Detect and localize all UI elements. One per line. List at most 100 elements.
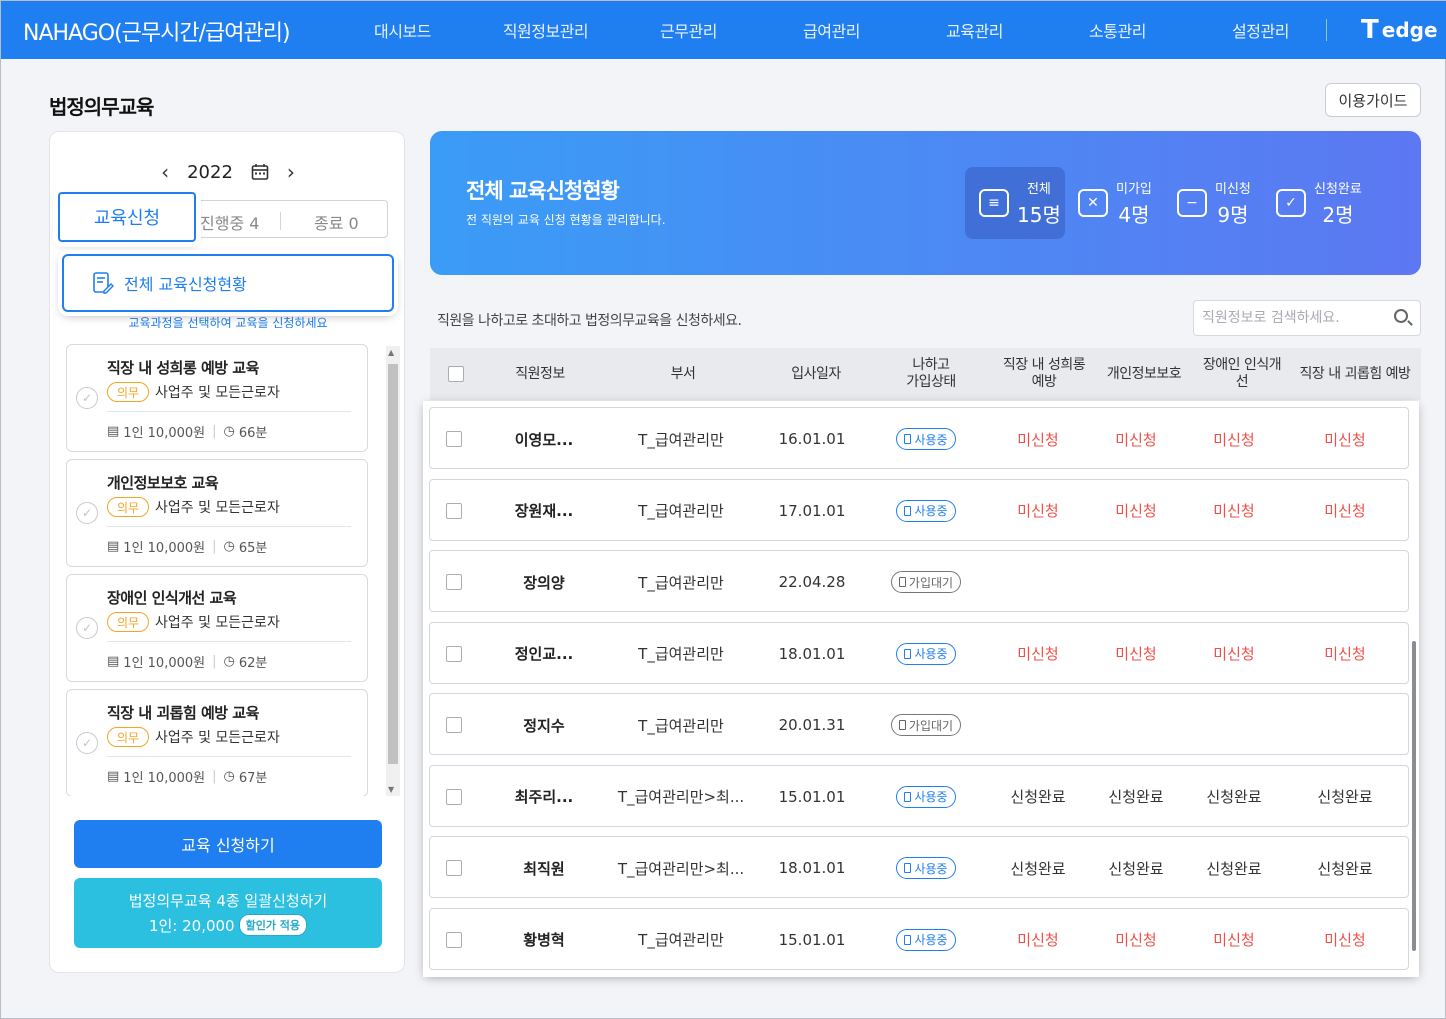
row-checkbox[interactable]	[446, 788, 462, 805]
employee-name[interactable]: 장의양	[492, 551, 596, 613]
course-hint: 교육과정을 선택하여 교육을 신청하세요	[128, 316, 328, 328]
employee-name[interactable]: 최주리...	[492, 766, 596, 828]
apply-course-button[interactable]: 교육 신청하기	[74, 820, 382, 868]
stat-value: 15명	[1017, 203, 1061, 227]
header-hire-date[interactable]: 입사일자	[766, 348, 866, 400]
course-price: 1인 10,000원	[123, 656, 206, 671]
stat-applied[interactable]: ✓ 신청완료 2명	[1262, 167, 1372, 239]
year-label: 2022	[187, 161, 233, 183]
status-text: 사용중	[914, 647, 948, 661]
row-checkbox[interactable]	[446, 574, 462, 590]
select-all-checkbox[interactable]	[448, 366, 464, 382]
calendar-icon[interactable]	[251, 163, 269, 181]
row-checkbox[interactable]	[446, 502, 462, 519]
course-target: 사업주 및 모든근로자	[155, 730, 280, 746]
course-card-bullying-prevention[interactable]: 직장 내 괴롭힘 예방 교육 ✓ 의무 사업주 및 모든근로자 ▤ 1인 10,…	[66, 689, 368, 796]
nav-payroll[interactable]: 급여관리	[760, 1, 903, 59]
status-privacy: 신청완료	[1108, 859, 1164, 878]
clock-icon: ◷	[223, 769, 235, 784]
status-harassment: 신청완료	[1010, 788, 1066, 806]
table-row[interactable]: 장의양 T_급여관리만 22.04.28 가입대기	[429, 550, 1409, 612]
search-input[interactable]	[1202, 307, 1387, 329]
card-icon: ▤	[107, 654, 120, 669]
header-join-status[interactable]: 나하고 가입상태	[880, 348, 982, 400]
scroll-down-icon[interactable]: ▼	[388, 785, 394, 794]
header-harassment-prevention[interactable]: 직장 내 성희롱 예방	[992, 348, 1096, 400]
status-harassment: 미신청	[1017, 645, 1059, 663]
nav-work[interactable]: 근무관리	[617, 1, 760, 59]
row-checkbox[interactable]	[446, 931, 462, 948]
top-navigation-bar: NAHAGO(근무시간/급여관리) 대시보드 직원정보관리 근무관리 급여관리 …	[1, 1, 1446, 59]
bundle-price: 1인: 20,000	[148, 916, 235, 935]
tab-apply[interactable]: 교육신청	[58, 192, 196, 242]
table-row[interactable]: 이영모... T_급여관리만 16.01.01 사용중 미신청 미신청 미신청 …	[429, 407, 1409, 469]
tab-finished[interactable]: 종료 0	[314, 210, 359, 234]
table-row[interactable]: 황병혁 T_급여관리만 15.01.01 사용중 미신청 미신청 미신청 미신청	[429, 907, 1409, 971]
course-card-privacy[interactable]: 개인정보보호 교육 ✓ 의무 사업주 및 모든근로자 ▤ 1인 10,000원 …	[66, 459, 368, 567]
check-box-icon: ✓	[1276, 189, 1306, 217]
course-card-harassment-prevention[interactable]: 직장 내 성희롱 예방 교육 ✓ 의무 사업주 및 모든근로자 ▤ 1인 10,…	[66, 344, 368, 452]
course-duration: 65분	[238, 541, 268, 556]
employee-name[interactable]: 최직원	[492, 837, 596, 899]
phone-icon	[904, 505, 912, 516]
search-icon[interactable]	[1394, 309, 1408, 323]
page-title: 법정의무교육	[49, 95, 154, 119]
nav-employee-info[interactable]: 직원정보관리	[474, 1, 617, 59]
header-employee-info[interactable]: 직원정보	[492, 348, 588, 400]
header-department[interactable]: 부서	[630, 348, 736, 400]
stat-not-applied[interactable]: − 미신청 9명	[1163, 167, 1259, 239]
table-scrollbar[interactable]	[1412, 641, 1416, 951]
nav-education[interactable]: 교육관리	[903, 1, 1046, 59]
status-bullying	[1290, 694, 1400, 756]
employee-department: T_급여관리만>최...	[617, 788, 745, 806]
clock-icon: ◷	[223, 539, 235, 554]
phone-icon	[904, 648, 912, 659]
stat-not-joined[interactable]: ✕ 미가입 4명	[1064, 167, 1160, 239]
header-bullying-prevention[interactable]: 직장 내 괴롭힘 예방	[1290, 348, 1420, 400]
summary-subtitle: 전 직원의 교육 신청 현황을 관리합니다.	[466, 213, 666, 227]
nav-settings[interactable]: 설정관리	[1189, 1, 1332, 59]
overview-button[interactable]: 전체 교육신청현황	[62, 254, 394, 312]
tedge-logo[interactable]: T edge	[1361, 15, 1438, 45]
course-list-scrollbar[interactable]: ▲ ▼	[386, 346, 400, 796]
nav-communication[interactable]: 소통관리	[1046, 1, 1189, 59]
employee-name[interactable]: 장원재...	[492, 480, 596, 542]
row-checkbox[interactable]	[446, 860, 462, 876]
check-circle-icon[interactable]: ✓	[76, 617, 98, 639]
check-circle-icon[interactable]: ✓	[76, 502, 98, 524]
table-row[interactable]: 정인교... T_급여관리만 18.01.01 사용중 미신청 미신청 미신청 …	[429, 621, 1409, 685]
nav-dashboard[interactable]: 대시보드	[331, 1, 474, 59]
user-guide-button[interactable]: 이용가이드	[1325, 83, 1421, 117]
status-text: 사용중	[914, 790, 948, 804]
chevron-right-icon[interactable]: ›	[287, 160, 295, 184]
bundle-apply-button[interactable]: 법정의무교육 4종 일괄신청하기 1인: 20,000 할인가 적용	[74, 878, 382, 948]
employee-name[interactable]: 정인교...	[492, 623, 596, 685]
year-selector: ‹ 2022 ›	[50, 160, 406, 184]
stat-total[interactable]: ≡ 전체 15명	[965, 167, 1065, 239]
table-row[interactable]: 최직원 T_급여관리만>최... 18.01.01 사용중 신청완료 신청완료 …	[429, 836, 1409, 898]
row-checkbox[interactable]	[446, 717, 462, 733]
row-checkbox[interactable]	[446, 645, 462, 662]
row-checkbox[interactable]	[446, 431, 462, 447]
brand-title[interactable]: NAHAGO(근무시간/급여관리)	[23, 15, 291, 47]
divider	[107, 526, 351, 527]
table-row[interactable]: 최주리... T_급여관리만>최... 15.01.01 사용중 신청완료 신청…	[429, 764, 1409, 828]
employee-name[interactable]: 이영모...	[492, 408, 596, 470]
tab-in-progress[interactable]: 진행중 4	[200, 210, 259, 234]
header-line: 나하고	[912, 357, 950, 373]
course-price: 1인 10,000원	[123, 426, 206, 441]
header-privacy[interactable]: 개인정보보호	[1096, 348, 1192, 400]
chevron-left-icon[interactable]: ‹	[161, 160, 169, 184]
table-row[interactable]: 정지수 T_급여관리만 20.01.31 가입대기	[429, 693, 1409, 755]
check-circle-icon[interactable]: ✓	[76, 732, 98, 754]
employee-name[interactable]: 황병혁	[492, 909, 596, 971]
employee-name[interactable]: 정지수	[492, 694, 596, 756]
status-disability: 미신청	[1213, 931, 1255, 949]
header-disability-awareness[interactable]: 장애인 인식개 선	[1194, 348, 1290, 400]
table-row[interactable]: 장원재... T_급여관리만 17.01.01 사용중 미신청 미신청 미신청 …	[429, 478, 1409, 542]
check-circle-icon[interactable]: ✓	[76, 387, 98, 409]
course-card-disability-awareness[interactable]: 장애인 인식개선 교육 ✓ 의무 사업주 및 모든근로자 ▤ 1인 10,000…	[66, 574, 368, 682]
scrollbar-thumb[interactable]	[388, 364, 398, 764]
status-badge: 사용중	[896, 857, 956, 879]
scroll-up-icon[interactable]: ▲	[388, 348, 394, 357]
